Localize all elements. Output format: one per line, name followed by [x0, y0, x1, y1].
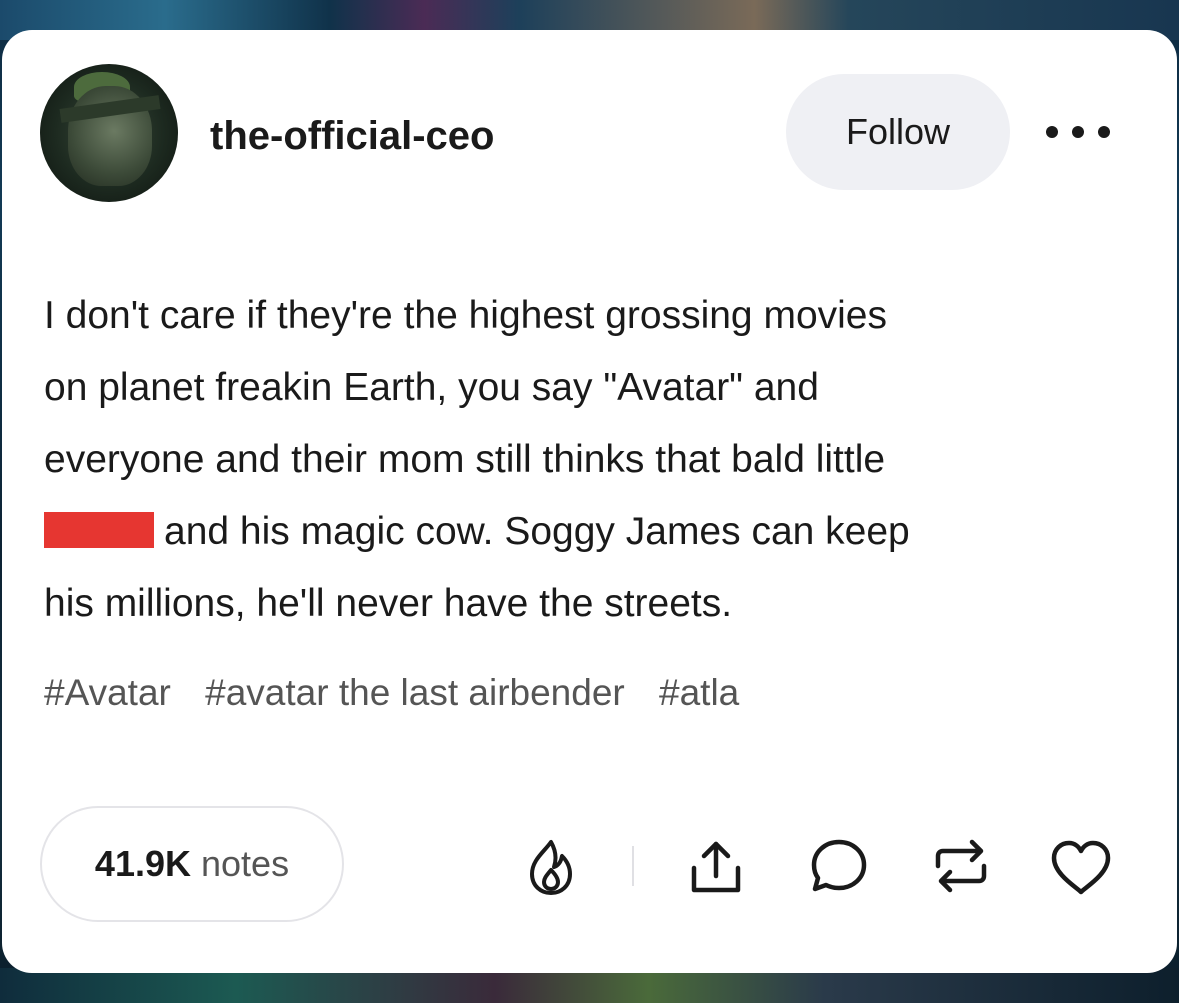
- redaction-box: [44, 512, 154, 548]
- tag-avatar[interactable]: #Avatar: [44, 672, 171, 713]
- tag-list: #Avatar #avatar the last airbender #atla: [44, 672, 763, 714]
- username[interactable]: the-official-ceo: [210, 112, 494, 160]
- action-divider: [632, 846, 634, 886]
- background-bottom: [0, 968, 1179, 1003]
- more-dot-icon: [1098, 126, 1110, 138]
- post-line: his millions, he'll never have the stree…: [44, 582, 733, 625]
- tag-atla[interactable]: #atla: [659, 672, 739, 713]
- notes-label: notes: [201, 843, 290, 884]
- like-icon[interactable]: [1046, 836, 1116, 898]
- follow-button[interactable]: Follow: [786, 74, 1010, 190]
- share-icon[interactable]: [684, 836, 748, 898]
- tag-avatar-the-last-airbender[interactable]: #avatar the last airbender: [205, 672, 625, 713]
- more-options-button[interactable]: [1046, 122, 1110, 142]
- post-body: I don't care if they're the highest gros…: [44, 280, 1144, 640]
- post-line-text: and his magic cow. Soggy James can keep: [164, 510, 910, 553]
- post-line: everyone and their mom still thinks that…: [44, 438, 886, 481]
- reply-icon[interactable]: [806, 834, 872, 898]
- blaze-icon[interactable]: [520, 836, 582, 898]
- avatar[interactable]: [40, 64, 178, 202]
- post-line: on planet freakin Earth, you say "Avatar…: [44, 366, 819, 409]
- notes-count: 41.9K: [94, 843, 191, 884]
- reblog-icon[interactable]: [926, 834, 996, 898]
- notes-button[interactable]: 41.9K notes: [40, 806, 344, 922]
- more-dot-icon: [1072, 126, 1084, 138]
- more-dot-icon: [1046, 126, 1058, 138]
- post-line-redacted: and his magic cow. Soggy James can keep: [44, 496, 1144, 568]
- post-line: I don't care if they're the highest gros…: [44, 294, 887, 337]
